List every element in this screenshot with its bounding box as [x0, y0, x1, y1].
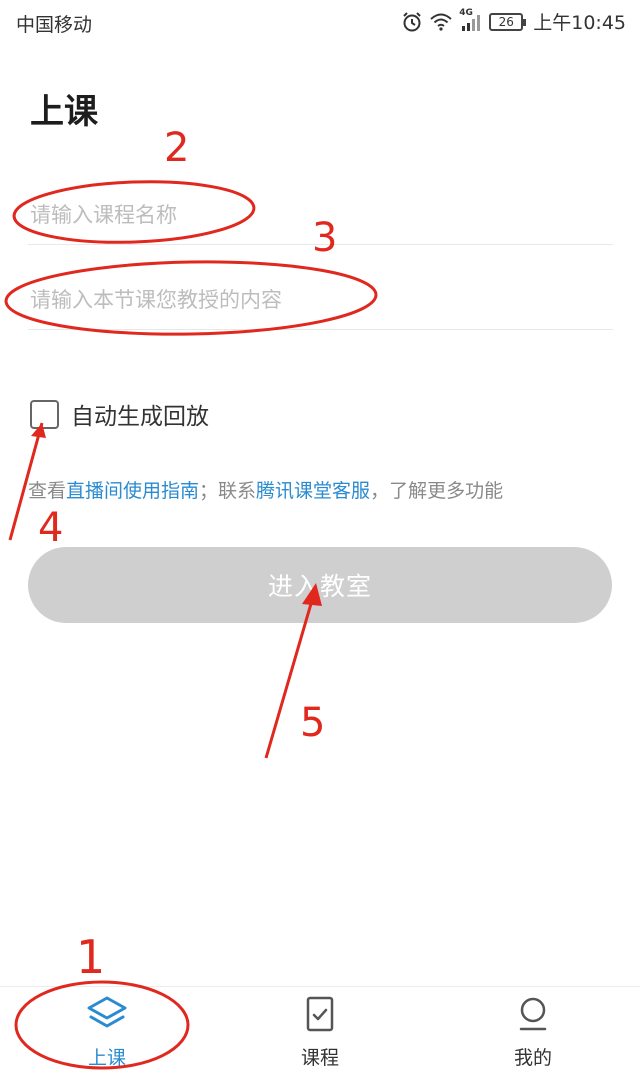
alarm-icon [401, 11, 423, 33]
battery-icon: 26 [489, 12, 527, 31]
signal-icon: 4G [459, 8, 483, 32]
annotation-number-4: 4 [38, 505, 64, 551]
help-prefix: 查看 [28, 480, 67, 502]
layers-icon [85, 995, 129, 1037]
help-text: 查看直播间使用指南；联系腾讯课堂客服，了解更多功能 [28, 476, 503, 503]
tab-courses-label: 课程 [300, 1047, 339, 1069]
auto-replay-option[interactable]: 自动生成回放 [30, 397, 209, 431]
tab-courses[interactable]: 课程 [270, 995, 370, 1069]
checklist-icon [298, 995, 342, 1037]
annotation-number-5: 5 [300, 700, 326, 746]
enter-classroom-button[interactable]: 进入教室 [28, 547, 612, 623]
lesson-content-input[interactable] [28, 270, 613, 330]
tab-mine-label: 我的 [513, 1047, 552, 1069]
status-time: 上午10:45 [533, 12, 626, 34]
tab-class-label: 上课 [87, 1047, 126, 1069]
annotation-number-1: 1 [76, 930, 106, 984]
guide-link[interactable]: 直播间使用指南 [66, 480, 199, 502]
annotation-number-2: 2 [164, 125, 190, 171]
tab-class[interactable]: 上课 [57, 995, 157, 1069]
customer-service-link[interactable]: 腾讯课堂客服 [256, 480, 370, 502]
network-type: 4G [459, 7, 473, 18]
status-icons: 4G 26 上午10:45 [401, 8, 626, 35]
page-title: 上课 [30, 92, 98, 132]
auto-replay-label: 自动生成回放 [71, 404, 209, 430]
annotation-marks [4, 180, 378, 1070]
help-middle: ；联系 [199, 480, 257, 502]
course-name-input[interactable] [28, 185, 613, 245]
profile-icon [511, 995, 555, 1037]
help-suffix: ，了解更多功能 [370, 480, 504, 502]
annotation-overlay: 2 3 4 5 1 [0, 0, 640, 1070]
auto-replay-checkbox[interactable] [30, 399, 59, 429]
tab-mine[interactable]: 我的 [483, 995, 583, 1069]
wifi-icon [429, 12, 453, 32]
carrier-name: 中国移动 [16, 14, 93, 36]
status-bar: 中国移动 4G 26 上午10:45 [0, 0, 640, 44]
bottom-tab-bar: 上课 课程 我的 [0, 986, 640, 1070]
